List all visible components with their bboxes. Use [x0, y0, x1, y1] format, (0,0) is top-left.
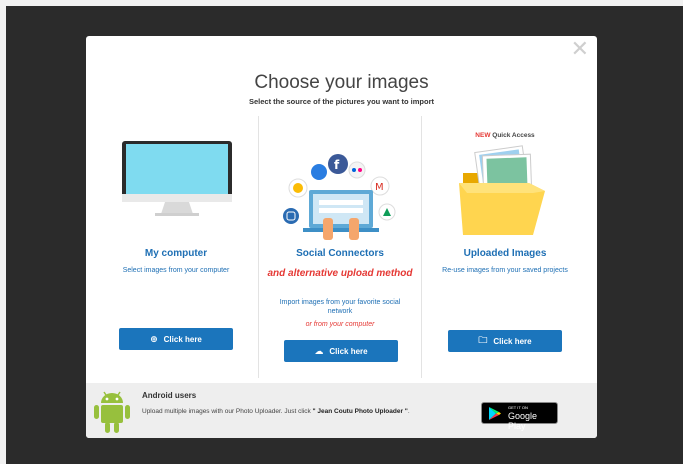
cloud-upload-icon: ☁: [314, 345, 324, 356]
my-computer-description: Select images from your computer: [122, 267, 230, 274]
google-play-icon: [489, 407, 501, 420]
android-footer: Android users Upload multiple images wit…: [86, 383, 597, 438]
or-from-computer-note: or from your computer: [305, 321, 375, 328]
get-it-on-label: GET IT ON: [508, 405, 528, 410]
quick-access-badge: NEW Quick Access: [423, 132, 587, 139]
instagram-icon: [283, 208, 299, 224]
quick-access-label: Quick Access: [492, 132, 535, 139]
cloud-icon: [311, 164, 327, 180]
uploaded-images-title: Uploaded Images: [463, 248, 547, 259]
folder-outline-icon: 🗀: [478, 335, 488, 345]
svg-text:M: M: [375, 182, 384, 193]
uploader-app-name: " Jean Coutu Photo Uploader ": [312, 408, 408, 415]
social-connectors-click-button[interactable]: ☁ Click here: [284, 340, 398, 362]
source-social-connectors: f M Social Connectors and alternative up…: [258, 116, 422, 378]
flickr-icon: [348, 161, 366, 179]
close-icon[interactable]: ✕: [571, 38, 589, 60]
social-connectors-button-label: Click here: [329, 346, 368, 356]
uploaded-images-description: Re-use images from your saved projects: [442, 267, 568, 274]
svg-text:f: f: [334, 158, 340, 172]
modal-title: Choose your images: [254, 72, 429, 93]
hands-illustration: [323, 218, 333, 240]
android-users-title: Android users: [142, 391, 197, 400]
my-computer-click-button[interactable]: ⊕ Click here: [119, 328, 233, 350]
my-computer-button-label: Click here: [163, 334, 202, 344]
social-connectors-title: Social Connectors: [296, 248, 384, 259]
google-play-label: Google Play: [508, 411, 538, 431]
source-my-computer: My computer Select images from your comp…: [94, 116, 258, 378]
my-computer-title: My computer: [144, 248, 208, 259]
modal-subtitle: Select the source of the pictures you wa…: [248, 97, 435, 106]
new-badge: NEW: [475, 132, 491, 139]
android-uploader-text: Upload multiple images with our Photo Up…: [142, 408, 410, 415]
choose-images-modal: ✕ Choose your images Select the source o…: [86, 36, 597, 438]
uploaded-images-button-label: Click here: [493, 336, 532, 346]
computer-monitor-icon: [122, 141, 232, 216]
folder-icon: [459, 145, 545, 235]
social-network-illustration: f M: [283, 154, 396, 240]
android-robot-icon: [94, 391, 130, 433]
plus-circle-icon: ⊕: [150, 333, 158, 344]
google-play-badge[interactable]: GET IT ON Google Play: [481, 402, 558, 431]
uploaded-images-click-button[interactable]: 🗀 Click here: [448, 330, 562, 352]
source-uploaded-images: NEW Quick Access Uploaded Images Re-use …: [423, 116, 587, 378]
alternative-upload-text: and alternative upload method: [267, 268, 413, 279]
social-connectors-description: Import images from your favorite social …: [279, 299, 401, 315]
